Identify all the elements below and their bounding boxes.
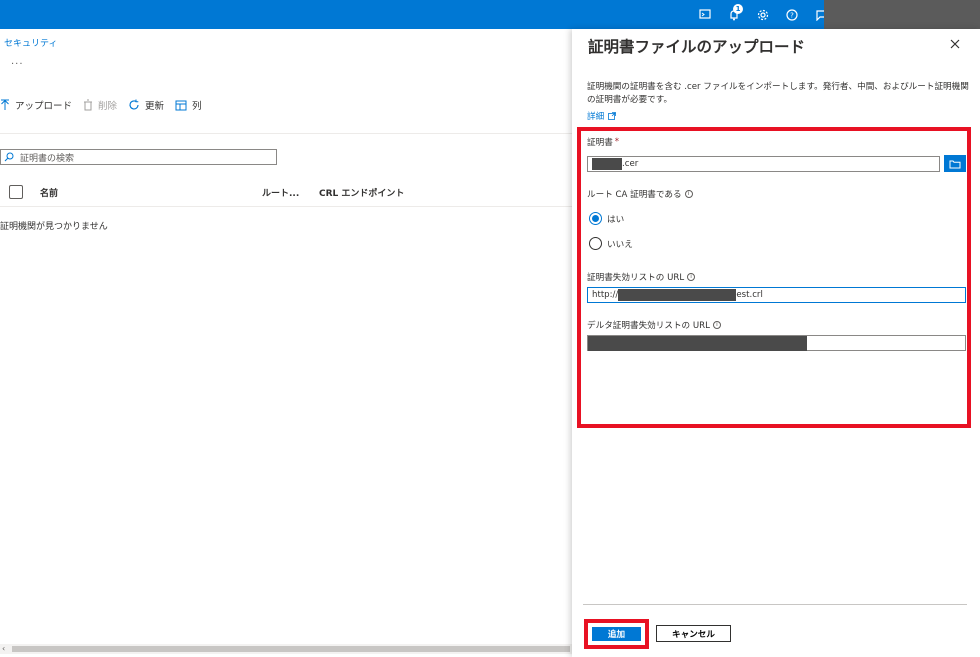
delete-button[interactable]: 削除 (83, 98, 117, 112)
crl-url-input[interactable]: http:// est.crl (587, 287, 966, 303)
radio-yes-label: はい (607, 214, 625, 225)
bell-icon[interactable]: 1 (719, 0, 748, 29)
footer-divider (583, 604, 967, 605)
info-icon[interactable]: i (687, 273, 696, 281)
delta-crl-url-input[interactable] (587, 335, 966, 351)
notification-badge: 1 (733, 4, 743, 14)
search-placeholder: 証明書の検索 (20, 153, 75, 164)
info-icon[interactable]: i (684, 190, 693, 198)
radio-no-dot[interactable] (589, 237, 602, 250)
cert-file-field[interactable]: .cer (587, 156, 940, 172)
column-name[interactable]: 名前 (40, 186, 58, 199)
upload-button[interactable]: アップロード (0, 98, 72, 112)
toolbar: アップロード 削除 更新 列 (0, 96, 213, 114)
delete-label: 削除 (98, 101, 118, 112)
folder-icon (949, 160, 961, 168)
upload-panel: 証明書ファイルのアップロード 証明機関の証明書を含む .cer ファイルをインポ… (572, 29, 980, 657)
top-bar-icons: 1 ? (690, 0, 835, 29)
radio-no-label: いいえ (607, 239, 633, 250)
column-root[interactable]: ルート... (262, 186, 299, 199)
empty-message: 証明機関が見つかりません (0, 222, 108, 232)
gear-icon[interactable] (748, 0, 777, 29)
columns-icon (175, 100, 187, 110)
required-mark: * (614, 137, 620, 147)
search-input[interactable]: 証明書の検索 (0, 149, 277, 165)
redacted-url (618, 289, 737, 301)
redacted-delta-url (588, 335, 807, 351)
account-area[interactable] (824, 0, 980, 30)
columns-button[interactable]: 列 (175, 98, 202, 112)
cert-file-value: .cer (622, 159, 639, 169)
cloud-shell-icon[interactable] (690, 0, 719, 29)
info-icon[interactable]: i (712, 321, 721, 329)
panel-description: 証明機関の証明書を含む .cer ファイルをインポートします。発行者、中間、およ… (587, 82, 969, 105)
refresh-icon (129, 99, 139, 110)
panel-title: 証明書ファイルのアップロード (588, 38, 806, 56)
delta-crl-label: デルタ証明書失効リストの URL i (587, 319, 721, 331)
cert-label: 証明書 * (587, 136, 619, 148)
more-info-label: 詳細 (587, 112, 605, 122)
upload-icon (1, 99, 9, 110)
more-options-button[interactable]: ... (11, 56, 24, 67)
upload-label: アップロード (15, 101, 73, 112)
breadcrumb[interactable]: セキュリティ (4, 36, 57, 49)
more-info-link[interactable]: 詳細 (587, 110, 617, 122)
delta-crl-label-text: デルタ証明書失効リストの URL (587, 321, 710, 331)
main-content: セキュリティ ... アップロード 削除 更新 列 証明書の検索 名前 ルート.… (0, 29, 572, 657)
crl-url-suffix: est.crl (736, 290, 763, 300)
help-icon[interactable]: ? (777, 0, 806, 29)
top-bar: 1 ? (0, 0, 980, 30)
cert-label-text: 証明書 (587, 138, 613, 148)
select-all-checkbox[interactable] (9, 185, 23, 199)
external-link-icon (608, 112, 617, 120)
scroll-left-icon[interactable]: ‹ (2, 644, 5, 653)
column-crl-endpoint[interactable]: CRL エンドポイント (319, 186, 404, 199)
crl-label: 証明書失効リストの URL i (587, 271, 696, 283)
scrollbar-thumb[interactable] (12, 646, 570, 652)
toolbar-divider (0, 133, 572, 134)
radio-yes-dot[interactable] (589, 212, 602, 225)
close-icon[interactable] (948, 37, 962, 51)
table-header: 名前 ルート... CRL エンドポイント (0, 179, 572, 207)
radio-no[interactable]: いいえ (589, 237, 633, 250)
refresh-label: 更新 (145, 101, 165, 112)
horizontal-scrollbar[interactable]: ‹ (0, 644, 572, 654)
browse-button[interactable] (944, 155, 966, 172)
crl-label-text: 証明書失効リストの URL (587, 273, 685, 283)
add-button[interactable]: 追加 (592, 627, 641, 641)
refresh-button[interactable]: 更新 (128, 98, 164, 112)
add-button-highlight: 追加 (584, 619, 649, 649)
redacted-filename (592, 158, 622, 170)
cancel-button[interactable]: キャンセル (656, 625, 731, 642)
search-icon (4, 152, 14, 162)
columns-label: 列 (192, 101, 202, 112)
trash-icon (84, 99, 93, 111)
crl-url-prefix: http:// (592, 290, 619, 300)
svg-text:?: ? (790, 11, 794, 19)
root-ca-label: ルート CA 証明書である i (587, 188, 693, 200)
root-ca-label-text: ルート CA 証明書である (587, 190, 682, 200)
radio-yes[interactable]: はい (589, 212, 624, 225)
